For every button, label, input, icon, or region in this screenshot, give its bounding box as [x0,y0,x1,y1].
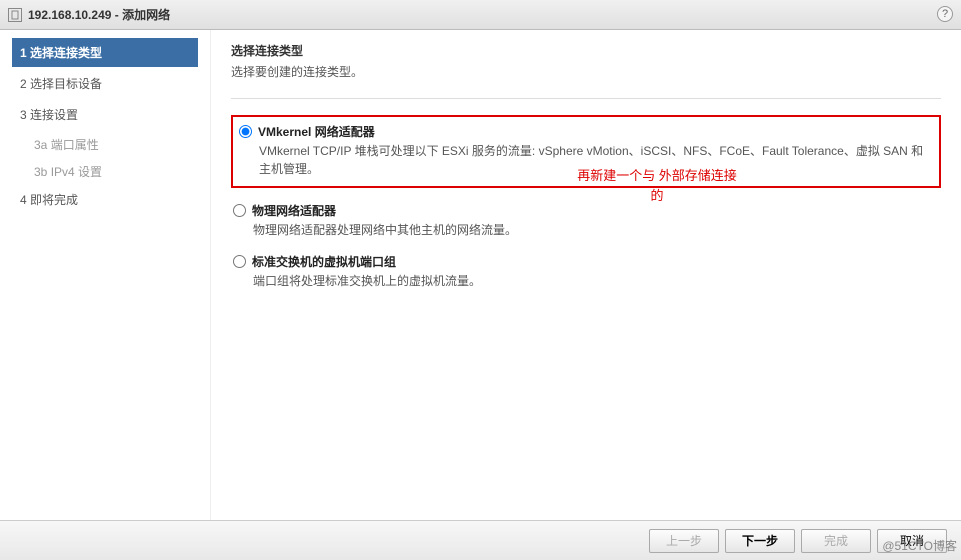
dialog-body: 1 选择连接类型 2 选择目标设备 3 连接设置 3a 端口属性 3b IPv4… [0,30,961,520]
dialog-title: 192.168.10.249 - 添加网络 [28,6,170,23]
annotation-text: 再新建一个与 外部存储连接 的 [552,166,762,205]
wizard-sidebar: 1 选择连接类型 2 选择目标设备 3 连接设置 3a 端口属性 3b IPv4… [0,30,210,520]
option-label: 标准交换机的虚拟机端口组 [252,253,396,270]
titlebar: 192.168.10.249 - 添加网络 ? [0,0,961,30]
annotation-line2: 的 [650,188,663,203]
option-desc: 物理网络适配器处理网络中其他主机的网络流量。 [233,221,941,239]
content-title: 选择连接类型 [231,42,941,59]
content-subtitle: 选择要创建的连接类型。 [231,63,941,80]
substep-num: 3a [34,138,47,152]
content-header: 选择连接类型 选择要创建的连接类型。 [231,42,941,80]
step-num: 4 [20,193,27,207]
option-label: VMkernel 网络适配器 [258,123,375,140]
wizard-footer: 上一步 下一步 完成 取消 [0,520,961,560]
radio-portgroup[interactable] [233,255,246,268]
finish-button[interactable]: 完成 [801,529,871,553]
annotation-line1: 再新建一个与 外部存储连接 [577,168,737,183]
radio-vmkernel[interactable] [239,125,252,138]
step-3-connection-settings: 3 连接设置 [12,100,198,129]
option-label: 物理网络适配器 [252,202,336,219]
cancel-button[interactable]: 取消 [877,529,947,553]
step-1-select-connection-type[interactable]: 1 选择连接类型 [12,38,198,67]
option-vm-port-group[interactable]: 标准交换机的虚拟机端口组 端口组将处理标准交换机上的虚拟机流量。 [231,253,941,290]
substep-label: IPv4 设置 [51,165,102,179]
radio-physical[interactable] [233,204,246,217]
next-button[interactable]: 下一步 [725,529,795,553]
substep-label: 端口属性 [51,138,99,152]
step-4-ready-to-complete: 4 即将完成 [12,185,198,214]
step-label: 选择目标设备 [30,77,102,91]
substep-num: 3b [34,165,47,179]
step-num: 1 [20,46,27,60]
divider [231,98,941,99]
step-label: 选择连接类型 [30,46,102,60]
substep-3b-ipv4-settings: 3b IPv4 设置 [12,158,198,185]
wizard-content: 选择连接类型 选择要创建的连接类型。 VMkernel 网络适配器 VMkern… [210,30,961,520]
substep-3a-port-properties: 3a 端口属性 [12,131,198,158]
step-num: 2 [20,77,27,91]
help-icon[interactable]: ? [937,6,953,22]
option-desc: 端口组将处理标准交换机上的虚拟机流量。 [233,272,941,290]
option-physical-adapter[interactable]: 物理网络适配器 物理网络适配器处理网络中其他主机的网络流量。 [231,202,941,239]
host-icon [8,8,22,22]
back-button[interactable]: 上一步 [649,529,719,553]
step-num: 3 [20,108,27,122]
step-label: 连接设置 [30,108,78,122]
step-2-select-target-device: 2 选择目标设备 [12,69,198,98]
step-label: 即将完成 [30,193,78,207]
